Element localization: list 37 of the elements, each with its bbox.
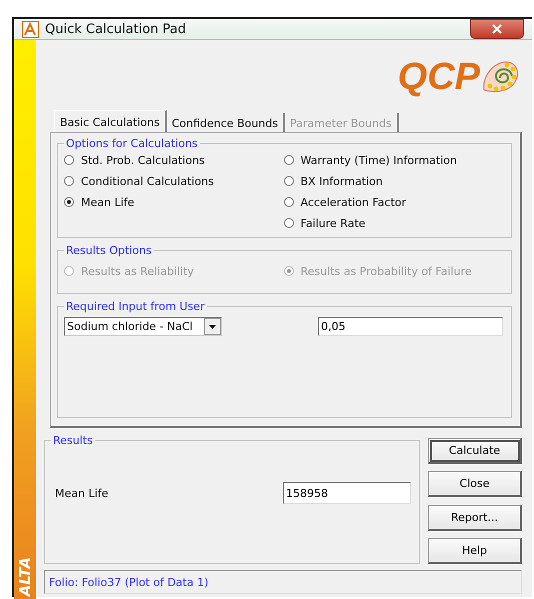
dropdown-arrow-icon bbox=[209, 324, 216, 328]
logo: QCP bbox=[398, 56, 522, 98]
radio-dot[interactable] bbox=[64, 197, 74, 207]
window-title: Quick Calculation Pad bbox=[45, 22, 188, 36]
radio-option[interactable]: Std. Prob. Calculations bbox=[64, 152, 284, 168]
group-title: Results bbox=[52, 434, 94, 447]
status-bar: Folio: Folio37 (Plot of Data 1) bbox=[44, 570, 522, 594]
result-field[interactable]: 158958 bbox=[283, 482, 411, 504]
tab[interactable]: Basic Calculations bbox=[54, 110, 167, 132]
radio-dot[interactable] bbox=[64, 155, 74, 165]
dialog-button[interactable]: Calculate bbox=[428, 438, 522, 464]
radio-option[interactable]: Failure Rate bbox=[284, 215, 503, 231]
close-button[interactable] bbox=[470, 19, 524, 39]
radio-option[interactable]: BX Information bbox=[284, 173, 503, 189]
group-title: Required Input from User bbox=[65, 300, 206, 313]
product-label: ALTA bbox=[16, 556, 34, 596]
radio-option[interactable]: Acceleration Factor bbox=[284, 194, 503, 210]
input-field[interactable]: 0,05 bbox=[318, 317, 503, 336]
group-title: Options for Calculations bbox=[65, 137, 199, 150]
dialog-button[interactable]: Report... bbox=[428, 504, 522, 531]
close-icon bbox=[492, 24, 502, 34]
radio-option[interactable]: Warranty (Time) Information bbox=[284, 152, 503, 168]
radio-option: Results as Reliability bbox=[64, 263, 284, 279]
dialog-button[interactable]: Close bbox=[428, 471, 522, 498]
radio-option: Results as Probability of Failure bbox=[284, 263, 503, 279]
radio-dot[interactable] bbox=[284, 155, 294, 165]
app-icon bbox=[22, 20, 39, 38]
radio-option[interactable]: Conditional Calculations bbox=[64, 173, 284, 189]
material-dropdown[interactable]: Sodium chloride - NaCl bbox=[64, 317, 222, 336]
radio-dot[interactable] bbox=[284, 218, 294, 228]
result-label: Mean Life bbox=[55, 486, 108, 500]
radio-dot[interactable] bbox=[284, 197, 294, 207]
dialog-button[interactable]: Help bbox=[428, 538, 522, 564]
radio-dot[interactable] bbox=[284, 176, 294, 186]
radio-option[interactable]: Mean Life bbox=[64, 194, 284, 210]
radio-dot[interactable] bbox=[64, 176, 74, 186]
group-title: Results Options bbox=[65, 244, 153, 257]
